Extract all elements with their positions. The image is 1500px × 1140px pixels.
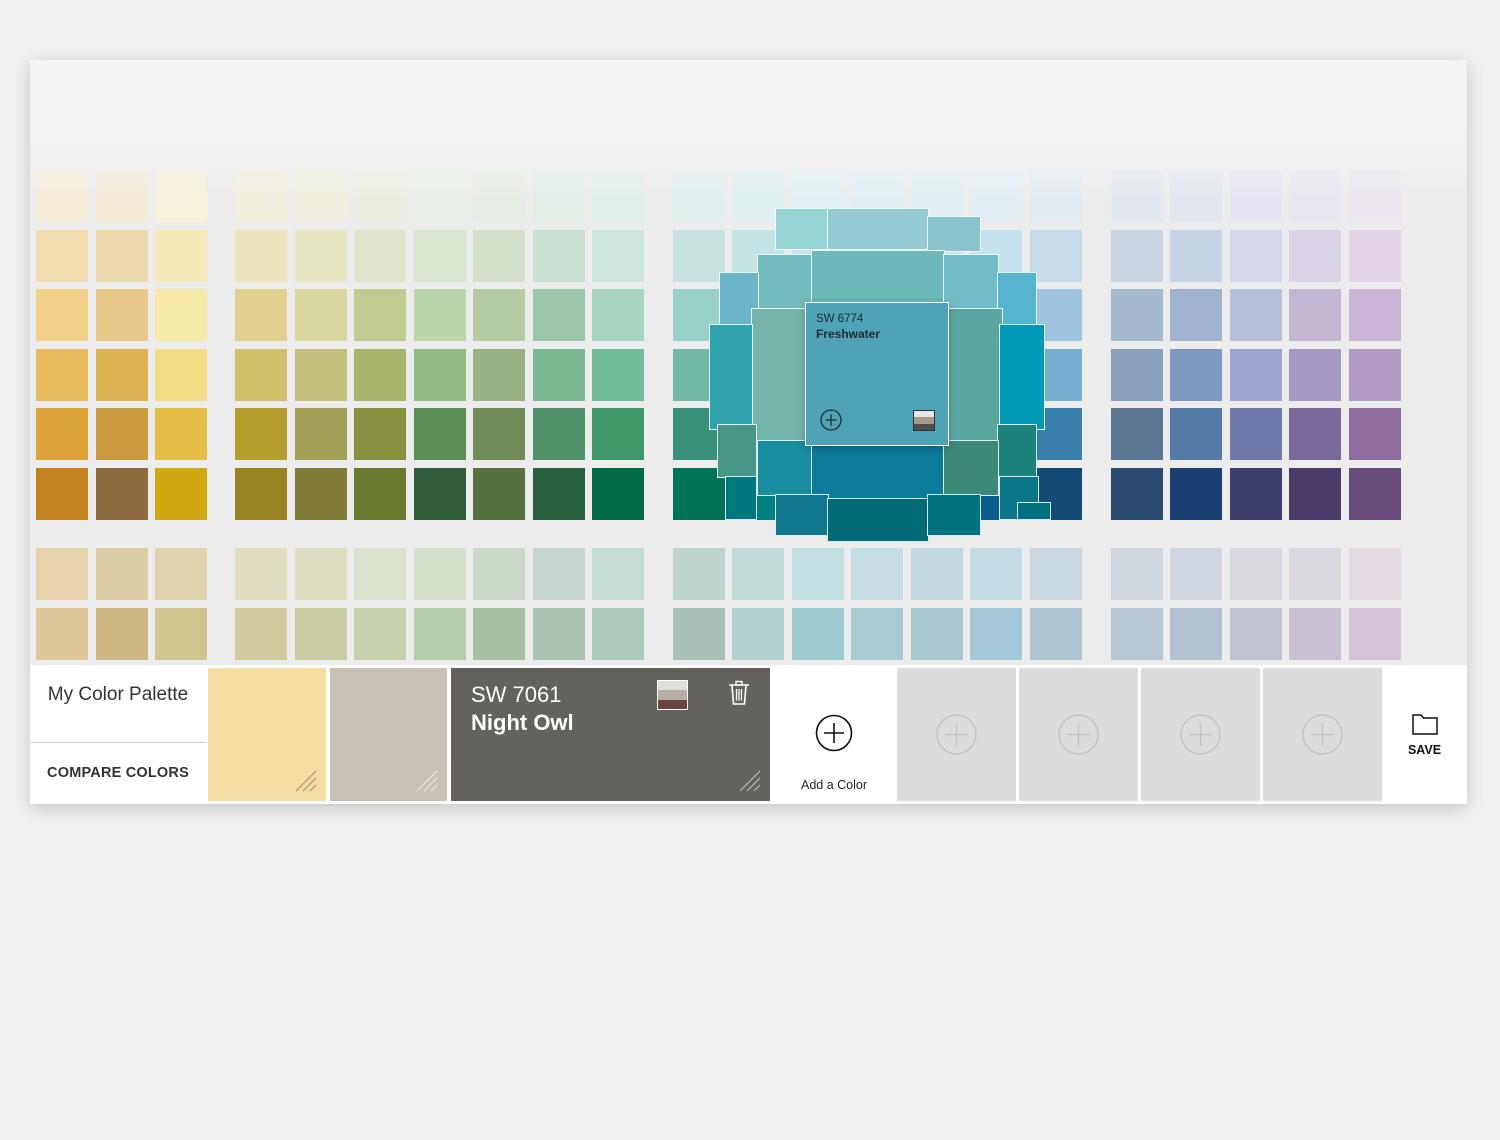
zoomed-color-chip[interactable] — [717, 424, 757, 478]
zoomed-color-chip[interactable] — [811, 250, 945, 304]
zoomed-color-chip[interactable] — [751, 308, 807, 442]
stripe — [914, 423, 934, 430]
zoomed-color-chip[interactable] — [947, 308, 1003, 442]
active-palette-swatch[interactable]: SW 7061 Night Owl — [451, 668, 770, 801]
zoomed-color-chip[interactable] — [775, 494, 829, 536]
empty-palette-slot[interactable] — [1263, 668, 1382, 801]
focused-color-chip[interactable]: SW 6774 Freshwater — [805, 302, 949, 446]
zoomed-color-chip[interactable] — [1017, 502, 1051, 520]
zoomed-color-cluster: SW 6774 Freshwater — [30, 60, 1467, 668]
plus-circle-icon — [936, 714, 977, 755]
zoomed-color-chip[interactable] — [999, 324, 1045, 430]
add-color-label: Add a Color — [800, 778, 867, 792]
stripe — [658, 690, 687, 700]
resize-corner-icon — [295, 770, 317, 792]
palette-swatch[interactable] — [330, 668, 447, 801]
empty-palette-slot[interactable] — [897, 668, 1016, 801]
zoomed-color-chip[interactable] — [827, 208, 929, 250]
add-to-palette-icon[interactable] — [820, 409, 842, 431]
zoomed-color-chip[interactable] — [725, 476, 757, 520]
zoomed-color-chip[interactable] — [757, 440, 813, 496]
compare-colors-button[interactable]: COMPARE COLORS — [30, 743, 206, 803]
stripe — [658, 681, 687, 691]
zoomed-color-chip[interactable] — [943, 254, 999, 310]
active-color-name: Night Owl — [471, 710, 574, 735]
save-button[interactable]: SAVE — [1382, 668, 1467, 801]
empty-palette-slot[interactable] — [1141, 668, 1260, 801]
plus-circle-icon — [815, 714, 853, 752]
stripe — [658, 699, 687, 709]
resize-corner-icon — [416, 770, 438, 792]
color-details-icon[interactable] — [913, 410, 935, 431]
resize-corner-icon — [739, 770, 761, 792]
color-details-icon[interactable] — [657, 680, 688, 710]
palette-bar: My Color Palette COMPARE COLORS SW 7061 … — [30, 665, 1467, 804]
color-wall-app: SW 6774 Freshwater My Color Palette COMP… — [30, 60, 1467, 804]
zoomed-color-chip[interactable] — [827, 498, 929, 542]
zoomed-color-chip[interactable] — [709, 324, 753, 430]
focused-color-code: SW 6774 — [816, 313, 864, 325]
folder-icon — [1412, 714, 1438, 735]
palette-swatch[interactable] — [208, 668, 326, 801]
plus-circle-icon — [1302, 714, 1343, 755]
palette-title: My Color Palette — [47, 684, 189, 705]
trash-icon[interactable] — [727, 680, 751, 706]
plus-circle-icon — [1180, 714, 1221, 755]
zoomed-color-chip[interactable] — [997, 424, 1037, 478]
focused-color-name: Freshwater — [816, 327, 881, 341]
zoomed-color-chip[interactable] — [927, 216, 981, 252]
empty-palette-slot[interactable] — [1019, 668, 1138, 801]
save-label: SAVE — [1407, 743, 1442, 757]
add-color-button[interactable]: Add a Color — [772, 668, 896, 801]
active-color-code: SW 7061 — [471, 682, 562, 707]
zoomed-color-chip[interactable] — [943, 440, 999, 496]
plus-circle-icon — [1058, 714, 1099, 755]
zoomed-color-chip[interactable] — [927, 494, 981, 536]
zoomed-color-chip[interactable] — [775, 208, 829, 250]
zoomed-color-chip[interactable] — [997, 272, 1037, 328]
zoomed-color-chip[interactable] — [811, 444, 945, 500]
